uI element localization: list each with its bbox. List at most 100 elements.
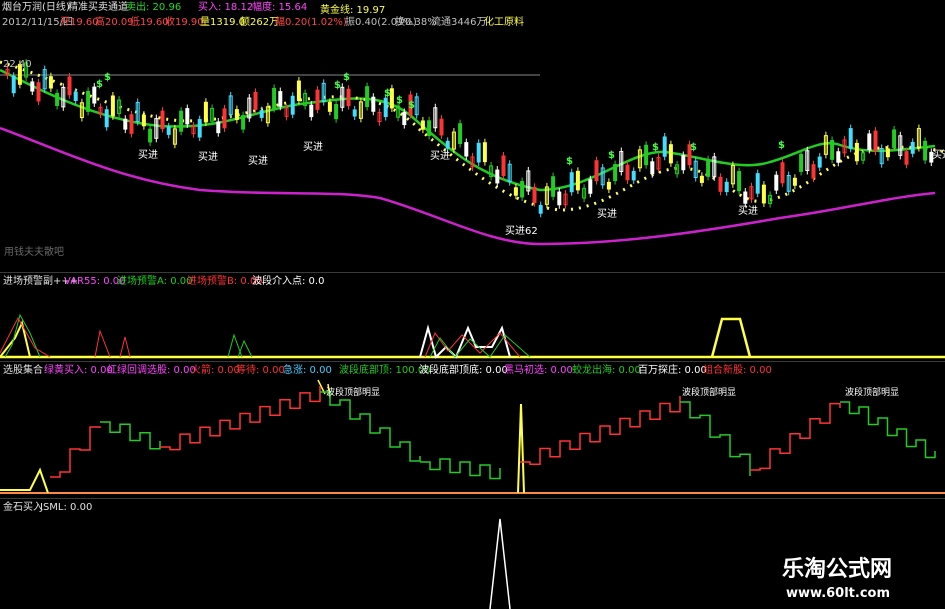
sell-mark-11: $	[690, 142, 697, 153]
candle-body	[923, 140, 928, 161]
candle-body	[148, 128, 153, 143]
candle-body	[606, 181, 611, 190]
candle-body	[402, 111, 407, 126]
buy-signal-8: 买进	[932, 150, 945, 161]
candle-body	[179, 110, 184, 132]
candle-body	[848, 128, 853, 149]
candle-body	[836, 151, 841, 163]
candle-body	[910, 141, 915, 154]
candle-body	[873, 130, 878, 152]
candle-body	[104, 109, 109, 128]
candle-body	[259, 110, 264, 118]
candle-body	[867, 133, 872, 150]
candle-body	[420, 120, 425, 130]
candle-body	[774, 174, 779, 191]
candle-body	[662, 136, 667, 157]
candle-body	[73, 91, 78, 102]
candle-body	[699, 175, 704, 183]
candle-body	[272, 87, 277, 109]
candle-body	[799, 153, 804, 172]
candle-body	[854, 142, 859, 162]
step-line	[520, 396, 681, 466]
candle-body	[253, 91, 258, 110]
candle-body	[755, 173, 760, 194]
sell-mark-8: $	[566, 156, 573, 167]
candle-body	[811, 164, 816, 179]
main-chart-pane[interactable]: 烟台万润(日线) 精准买卖通道 卖出: 20.96 买入: 18.12 幅度: …	[0, 0, 945, 272]
watermark-text: 用钱夫夫散吧	[4, 247, 64, 258]
dotted-band-line	[0, 60, 945, 212]
buy-signal-3: 买进	[248, 156, 268, 167]
candle-body	[160, 110, 165, 130]
candle-body	[904, 151, 909, 165]
buy-signal-6: 买进	[597, 209, 617, 220]
level-label: 22.40	[3, 59, 32, 70]
candle-body	[141, 114, 146, 127]
candle-body	[625, 164, 630, 181]
candle-body	[371, 96, 376, 112]
candle-body	[445, 140, 450, 149]
low-buy-signal: 买进62	[505, 226, 538, 237]
candle-body	[613, 164, 618, 182]
candle-body	[513, 187, 518, 196]
step-line	[420, 458, 501, 480]
candle-body	[185, 108, 190, 125]
candle-body	[55, 92, 60, 106]
candle-body	[476, 142, 481, 163]
candle-body	[123, 118, 128, 130]
pane3-svg	[0, 379, 945, 494]
candle-body	[817, 156, 822, 168]
candle-body	[482, 142, 487, 163]
gold-stone-pane[interactable]: 金石买入 JSML: 0.00 乐淘公式网 www.60lt.com	[0, 499, 945, 609]
candle-body	[532, 186, 537, 204]
candle-body	[706, 159, 711, 177]
candle-body	[885, 148, 890, 158]
candle-body	[129, 114, 134, 134]
candle-body	[495, 169, 500, 184]
step-line	[100, 421, 161, 450]
candle-body	[309, 104, 314, 118]
candle-body	[780, 162, 785, 184]
candle-body	[30, 81, 35, 92]
candle-body	[588, 179, 593, 194]
candle-body	[234, 109, 239, 120]
step-line	[50, 426, 101, 478]
sell-mark-4: $	[343, 72, 350, 83]
candle-body	[792, 177, 797, 186]
candle-body	[278, 91, 283, 107]
top-label-3: 波段顶部明显	[845, 388, 900, 398]
brand-url[interactable]: www.60lt.com	[786, 586, 890, 601]
candle-body	[594, 160, 599, 182]
candlesticks	[5, 58, 934, 218]
candle-body	[48, 76, 53, 89]
sell-mark-10: $	[652, 142, 659, 153]
buy-signal-4: 买进	[303, 142, 323, 153]
candle-body	[668, 144, 673, 164]
candle-body	[439, 118, 444, 136]
candle-body	[290, 95, 295, 115]
candle-body	[650, 161, 655, 175]
step-line	[750, 402, 841, 471]
candle-body	[222, 108, 227, 129]
candle-body	[464, 142, 469, 157]
candle-body	[538, 205, 543, 214]
brand-name: 乐淘公式网	[782, 557, 893, 582]
sell-mark-1: $	[96, 79, 103, 90]
candle-body	[86, 90, 91, 112]
candle-body	[718, 176, 723, 192]
candle-body	[761, 184, 766, 204]
sell-mark-9: $	[608, 150, 615, 161]
candle-body	[569, 172, 574, 193]
candle-body	[241, 115, 246, 130]
candle-body	[427, 120, 432, 137]
candle-body	[365, 86, 370, 108]
buy-signal-5: 买进	[430, 151, 450, 162]
stock-selection-pane[interactable]: 选股集合 绿黄买入: 0.00 红绿回调选股: 0.00 火箭: 0.00 等待…	[0, 362, 945, 498]
step-lines	[50, 386, 936, 480]
candle-body	[520, 181, 525, 198]
pane2-svg	[0, 313, 945, 359]
candle-body	[644, 144, 649, 166]
entry-warning-pane[interactable]: 进场预警副+++ VAR55: 0.00 进场预警A: 0.00 进场预警B: …	[0, 273, 945, 361]
sell-mark-12: $	[778, 140, 785, 151]
step-line	[320, 391, 421, 462]
